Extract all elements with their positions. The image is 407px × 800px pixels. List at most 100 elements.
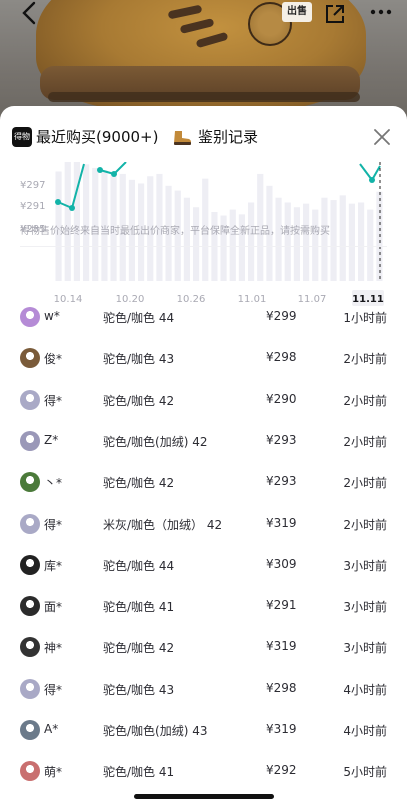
purchase-row: Z* 驼色/咖色(加绒) 42 ¥293 2小时前 <box>0 421 407 462</box>
purchase-row: 面* 驼色/咖色 41 ¥291 3小时前 <box>0 586 407 627</box>
user-name: 丶* <box>44 476 63 491</box>
chart-bar <box>321 197 328 281</box>
purchase-price: ¥298 <box>266 350 297 365</box>
app-logo-icon: 得物 <box>12 126 32 147</box>
chevron-left-icon <box>22 1 36 25</box>
purchase-price: ¥298 <box>266 680 297 695</box>
user-name: Z* <box>44 432 59 447</box>
product-spec: 驼色/咖色 42 <box>103 476 175 491</box>
trend-point <box>69 205 75 211</box>
tab-authentication-records[interactable]: 鉴别记录 <box>172 126 258 147</box>
purchase-time: 4小时前 <box>343 724 387 738</box>
home-indicator <box>134 794 274 799</box>
boot-tag: 出售 <box>282 2 312 22</box>
product-spec: 驼色/咖色 42 <box>103 641 175 656</box>
chart-bar <box>358 202 365 281</box>
chart-bar <box>348 203 355 281</box>
chart-bar <box>303 203 310 281</box>
purchase-row: 萌* 驼色/咖色 41 ¥292 5小时前 <box>0 751 407 792</box>
chart-bar <box>183 197 190 281</box>
avatar <box>20 720 40 740</box>
price-notice: 得物售价始终来自当时最低出价商家，平台保障全新正品，请按需购买 <box>20 226 330 237</box>
y-tick-label: ¥297 <box>20 180 45 191</box>
product-spec: 驼色/咖色(加绒) 43 <box>103 724 208 738</box>
avatar <box>20 472 40 493</box>
purchase-price: ¥293 <box>266 432 297 447</box>
purchase-price: ¥319 <box>266 639 297 654</box>
trend-point <box>111 171 117 177</box>
chart-bar <box>293 207 300 281</box>
more-button[interactable] <box>364 0 398 30</box>
purchase-price: ¥293 <box>266 474 297 489</box>
product-spec: 驼色/咖色 41 <box>103 765 175 780</box>
purchase-price: ¥309 <box>266 556 297 571</box>
user-name: 面* <box>44 600 63 615</box>
back-button[interactable] <box>12 0 46 30</box>
avatar <box>20 637 40 658</box>
share-button[interactable] <box>318 2 352 32</box>
purchase-price: ¥319 <box>266 515 297 530</box>
chart-bar <box>275 197 282 281</box>
avatar <box>20 678 40 699</box>
close-icon <box>374 129 390 145</box>
purchase-time: 2小时前 <box>343 476 387 491</box>
user-name: 神* <box>44 641 63 656</box>
price-trend-chart: ¥297 ¥291 ¥285 10.14 10.20 10.26 11.01 11.07 11.… <box>0 162 407 314</box>
sheet-header: 得物 最近购买(9000+) 鉴别记录 <box>0 106 407 162</box>
purchase-time: 2小时前 <box>343 517 387 532</box>
purchase-time: 3小时前 <box>343 558 387 573</box>
trend-point <box>97 167 103 173</box>
purchase-time: 2小时前 <box>343 352 387 367</box>
purchase-time: 4小时前 <box>343 682 387 697</box>
chart-bar <box>330 200 337 281</box>
purchase-row: 俊* 驼色/咖色 43 ¥298 2小时前 <box>0 338 407 379</box>
purchase-price: ¥319 <box>266 722 297 736</box>
avatar <box>20 761 40 782</box>
product-spec: 驼色/咖色 43 <box>103 682 175 697</box>
purchase-row: A* 驼色/咖色(加绒) 43 ¥319 4小时前 <box>0 710 407 751</box>
price-chart-svg: ¥297¥291¥28510.14 10.20 10.26 11.01 11.07 11.… <box>20 162 384 306</box>
purchase-price: ¥299 <box>266 309 297 323</box>
tab-label: 鉴别记录 <box>198 128 259 146</box>
purchase-row: 得* 驼色/咖色 42 ¥290 2小时前 <box>0 380 407 421</box>
user-name: 萌* <box>44 765 63 780</box>
purchase-row: 得* 米灰/咖色（加绒） 42 ¥319 2小时前 <box>0 504 407 545</box>
trend-line <box>57 163 85 210</box>
avatar <box>20 307 40 327</box>
purchase-row: 丶* 驼色/咖色 42 ¥293 2小时前 <box>0 462 407 503</box>
purchase-time: 3小时前 <box>343 641 387 656</box>
chart-bar <box>248 202 255 281</box>
trend-point <box>55 199 61 205</box>
purchase-time: 3小时前 <box>343 600 387 615</box>
tab-recent-purchases[interactable]: 得物 最近购买(9000+) <box>12 126 158 147</box>
purchase-time: 5小时前 <box>343 765 387 780</box>
user-name: A* <box>44 722 59 736</box>
product-spec: 驼色/咖色 43 <box>103 352 175 367</box>
close-button[interactable] <box>373 128 391 146</box>
purchase-time: 2小时前 <box>343 393 387 408</box>
purchase-time: 1小时前 <box>343 311 387 325</box>
user-name: 俊* <box>44 352 63 367</box>
divider <box>20 246 387 247</box>
purchase-row: 库* 驼色/咖色 44 ¥309 3小时前 <box>0 545 407 586</box>
purchase-price: ¥292 <box>266 763 297 778</box>
chart-bar <box>339 195 346 281</box>
purchase-row: 得* 驼色/咖色 43 ¥298 4小时前 <box>0 669 407 710</box>
product-spec: 米灰/咖色（加绒） 42 <box>103 517 223 532</box>
share-icon <box>326 5 344 23</box>
tab-label: 最近购买(9000+) <box>36 128 159 146</box>
more-dots-icon <box>370 9 392 15</box>
trend-point <box>369 177 375 183</box>
user-name: 库* <box>44 558 63 573</box>
purchase-row: 神* 驼色/咖色 42 ¥319 3小时前 <box>0 627 407 668</box>
product-spec: 驼色/咖色(加绒) 42 <box>103 434 208 449</box>
avatar <box>20 596 40 617</box>
product-spec: 驼色/咖色 41 <box>103 600 175 615</box>
purchase-time: 2小时前 <box>343 434 387 449</box>
y-tick-label: ¥291 <box>20 201 45 212</box>
user-name: 得* <box>44 682 63 697</box>
boot-outsole <box>48 92 360 102</box>
purchase-price: ¥290 <box>266 391 297 406</box>
trend-line <box>359 163 381 182</box>
user-name: w* <box>44 309 60 323</box>
